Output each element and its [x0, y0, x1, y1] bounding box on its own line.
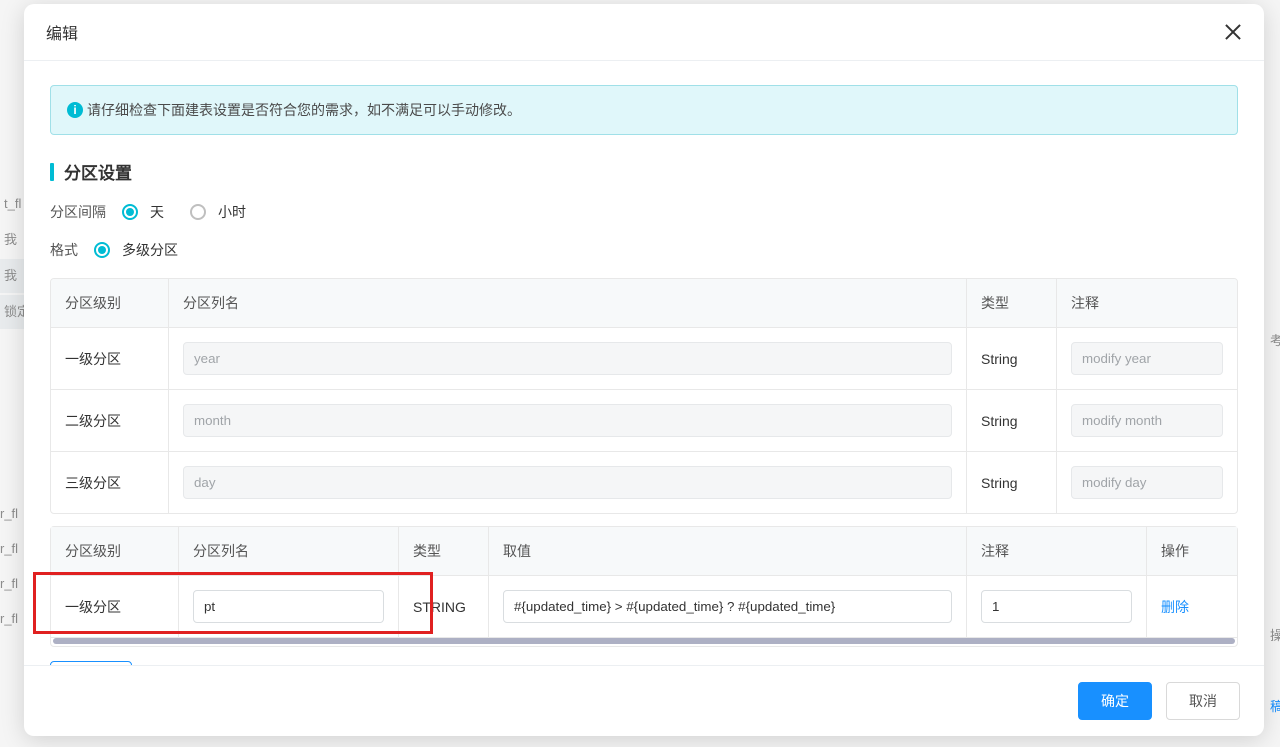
colname-input-year[interactable]: [183, 342, 952, 375]
comment-input-day[interactable]: [1071, 466, 1223, 499]
cell2-level: 一级分区: [51, 576, 179, 637]
header2-level: 分区级别: [51, 527, 179, 575]
header-type: 类型: [967, 279, 1057, 327]
cell-type: String: [967, 328, 1057, 389]
header-comment: 注释: [1057, 279, 1237, 327]
value-field[interactable]: [503, 590, 952, 623]
cancel-button[interactable]: 取消: [1166, 682, 1240, 720]
comment-input-month[interactable]: [1071, 404, 1223, 437]
radio-label-hour: 小时: [218, 202, 246, 222]
cell-level: 一级分区: [51, 328, 169, 389]
colname-field[interactable]: [193, 590, 384, 623]
table-row: 二级分区 String: [51, 390, 1237, 452]
info-icon: i: [67, 102, 83, 118]
table-header-row: 分区级别 分区列名 类型 注释: [51, 279, 1237, 328]
cell-type: String: [967, 452, 1057, 513]
format-label: 格式: [50, 240, 78, 260]
table2-row: 一级分区 STRING 删除: [51, 576, 1237, 638]
cell-type: String: [967, 390, 1057, 451]
header-colname: 分区列名: [169, 279, 967, 327]
radio-interval-hour[interactable]: [190, 204, 206, 220]
comment-input-year[interactable]: [1071, 342, 1223, 375]
edit-modal: 编辑 i 请仔细检查下面建表设置是否符合您的需求，如不满足可以手动修改。 分区设…: [24, 4, 1264, 736]
table-row: 三级分区 String: [51, 452, 1237, 513]
modal-title: 编辑: [46, 20, 78, 44]
radio-label-multilevel: 多级分区: [122, 240, 178, 260]
header2-colname: 分区列名: [179, 527, 399, 575]
cell2-type: STRING: [399, 576, 489, 637]
partition-interval-row: 分区间隔 天 小时: [50, 202, 1238, 222]
cell-level: 二级分区: [51, 390, 169, 451]
header2-comment: 注释: [967, 527, 1147, 575]
modal-footer: 确定 取消: [24, 665, 1264, 736]
notice-text: 请仔细检查下面建表设置是否符合您的需求，如不满足可以手动修改。: [87, 100, 521, 120]
delete-link[interactable]: 删除: [1161, 597, 1189, 617]
header2-type: 类型: [399, 527, 489, 575]
format-row: 格式 多级分区: [50, 240, 1238, 260]
partition-levels-table: 分区级别 分区列名 类型 注释 一级分区 String 二级分区 String …: [50, 278, 1238, 514]
header-level: 分区级别: [51, 279, 169, 327]
section-title: 分区设置: [50, 159, 1238, 184]
radio-format-multilevel[interactable]: [94, 242, 110, 258]
accent-bar: [50, 163, 54, 181]
colname-input-month[interactable]: [183, 404, 952, 437]
modal-body: i 请仔细检查下面建表设置是否符合您的需求，如不满足可以手动修改。 分区设置 分…: [24, 61, 1264, 665]
colname-input-day[interactable]: [183, 466, 952, 499]
info-notice: i 请仔细检查下面建表设置是否符合您的需求，如不满足可以手动修改。: [50, 85, 1238, 135]
horizontal-scrollbar[interactable]: [53, 638, 1235, 644]
modal-header: 编辑: [24, 4, 1264, 61]
cell-level: 三级分区: [51, 452, 169, 513]
close-icon[interactable]: [1224, 23, 1242, 41]
radio-label-day: 天: [150, 202, 164, 222]
comment-field[interactable]: [981, 590, 1132, 623]
header2-value: 取值: [489, 527, 967, 575]
table2-header-row: 分区级别 分区列名 类型 取值 注释 操作: [51, 527, 1237, 576]
ok-button[interactable]: 确定: [1078, 682, 1152, 720]
header2-op: 操作: [1147, 527, 1237, 575]
table-row: 一级分区 String: [51, 328, 1237, 390]
radio-interval-day[interactable]: [122, 204, 138, 220]
interval-label: 分区间隔: [50, 202, 106, 222]
partition-fields-table: 分区级别 分区列名 类型 取值 注释 操作 一级分区 STRING 删除: [50, 526, 1238, 647]
